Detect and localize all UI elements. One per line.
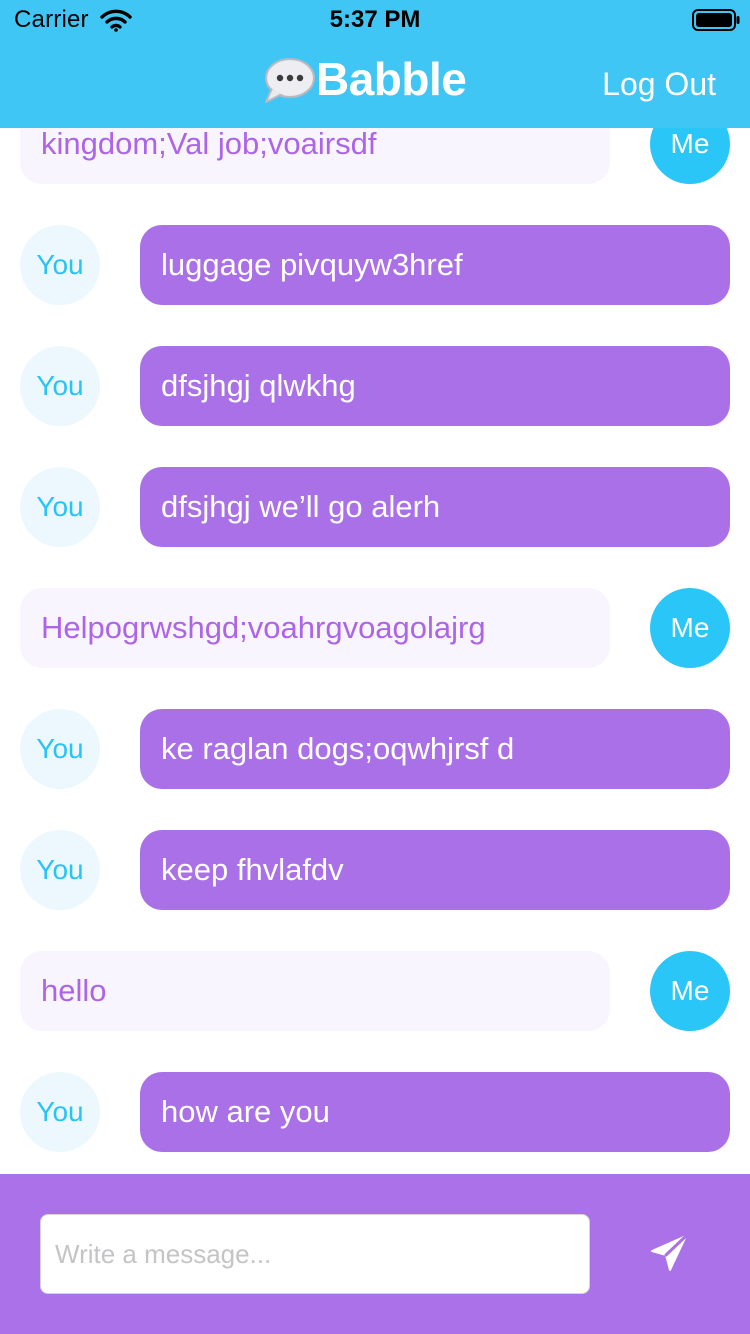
message-bubble[interactable]: how are you	[140, 1072, 730, 1152]
message-row-received: You dfsjhgj we’ll go alerh	[0, 467, 750, 549]
avatar: You	[20, 1072, 100, 1152]
message-bubble[interactable]: dfsjhgj we’ll go alerh	[140, 467, 730, 547]
avatar: Me	[650, 588, 730, 668]
chat-screen: Carrier 5:37 PM Babble Log Out Me kingdo…	[0, 0, 750, 1334]
app-header: Carrier 5:37 PM Babble Log Out	[0, 0, 750, 128]
composer-bar	[0, 1174, 750, 1334]
message-bubble[interactable]: dfsjhgj qlwkhg	[140, 346, 730, 426]
message-input[interactable]	[40, 1214, 590, 1294]
message-row-received: You ke raglan dogs;oqwhjrsf d	[0, 709, 750, 791]
message-row-sent: Me hello	[0, 951, 750, 1033]
avatar: You	[20, 467, 100, 547]
status-time: 5:37 PM	[329, 6, 421, 33]
message-row-received: You how are you	[0, 1072, 750, 1154]
send-button[interactable]	[640, 1230, 700, 1278]
message-row-sent: Me Helpogrwshgd;voahrgvoagolajrg	[0, 588, 750, 670]
message-row-received: You keep fhvlafdv	[0, 830, 750, 912]
message-row-received: You dfsjhgj qlwkhg	[0, 346, 750, 428]
avatar: You	[20, 830, 100, 910]
speech-bubble-icon	[265, 58, 315, 103]
battery-icon	[692, 9, 740, 31]
avatar: Me	[650, 951, 730, 1031]
nav-bar: Babble Log Out	[0, 40, 750, 128]
avatar: You	[20, 709, 100, 789]
message-bubble[interactable]: ke raglan dogs;oqwhjrsf d	[140, 709, 730, 789]
message-bubble[interactable]: hello	[20, 951, 610, 1031]
logout-button[interactable]: Log Out	[602, 66, 716, 103]
paper-plane-icon	[651, 1234, 688, 1271]
message-list[interactable]: Me kingdom;Val job;voairsdf You luggage piv…	[0, 0, 750, 1174]
app-title: Babble	[316, 53, 467, 105]
avatar: You	[20, 225, 100, 305]
message-bubble[interactable]: Helpogrwshgd;voahrgvoagolajrg	[20, 588, 610, 668]
message-bubble[interactable]: luggage pivquyw3href	[140, 225, 730, 305]
avatar: You	[20, 346, 100, 426]
message-bubble[interactable]: keep fhvlafdv	[140, 830, 730, 910]
message-row-received: You luggage pivquyw3href	[0, 225, 750, 307]
status-bar: Carrier 5:37 PM	[0, 0, 750, 40]
